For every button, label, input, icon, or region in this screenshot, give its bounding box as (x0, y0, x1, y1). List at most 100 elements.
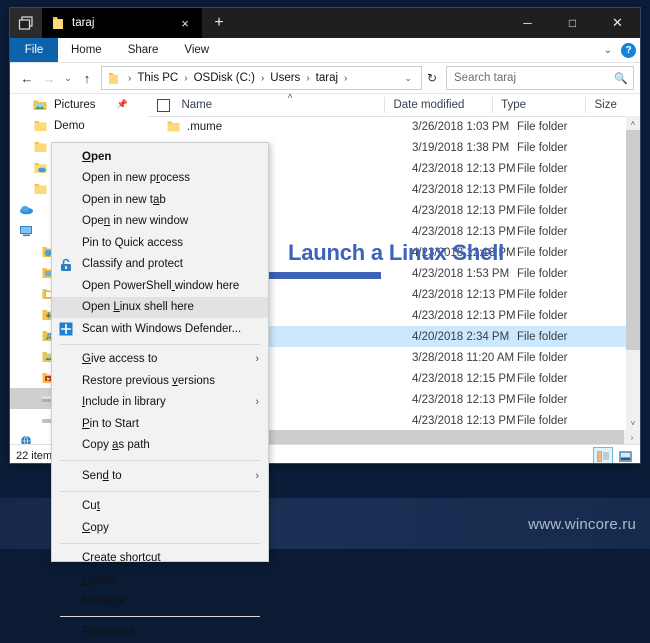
chevron-down-icon[interactable]: ⌄ (601, 45, 615, 56)
menu-separator (60, 491, 260, 492)
menu-item-pin-to-start[interactable]: Pin to Start (52, 413, 268, 435)
menu-item-classify-and-protect[interactable]: Classify and protect (52, 254, 268, 276)
sidebar-item-label: Demo (54, 120, 85, 132)
menu-item-rename[interactable]: Rename (52, 591, 268, 613)
window-titlebar: taraj × + ─ □ ✕ (10, 8, 640, 38)
cell-type: File folder (517, 310, 607, 322)
window-tabs-icon[interactable] (10, 8, 42, 38)
menu-item-copy[interactable]: Copy (52, 517, 268, 539)
defender-shield-icon (58, 321, 74, 337)
sort-ascending-icon: ˄ (287, 94, 292, 101)
tab-view[interactable]: View (171, 38, 222, 62)
context-menu[interactable]: OpenOpen in new processOpen in new tabOp… (51, 142, 269, 562)
details-view-icon[interactable] (594, 448, 612, 463)
scroll-right-icon[interactable]: › (624, 433, 640, 442)
menu-item-label: Send to (82, 470, 122, 482)
submenu-arrow-icon: › (255, 470, 259, 482)
menu-item-scan-with-windows-defender[interactable]: Scan with Windows Defender... (52, 318, 268, 340)
tab-share[interactable]: Share (115, 38, 172, 62)
back-button[interactable]: ← (16, 66, 38, 90)
menu-item-cut[interactable]: Cut (52, 496, 268, 518)
menu-separator (60, 616, 260, 617)
help-icon[interactable]: ? (621, 43, 636, 58)
menu-item-open-in-new-process[interactable]: Open in new process (52, 168, 268, 190)
new-tab-button[interactable]: + (202, 8, 236, 38)
explorer-tab-taraj[interactable]: taraj × (42, 8, 202, 38)
search-icon[interactable]: 🔍 (614, 72, 628, 85)
breadcrumb-osdisk[interactable]: OSDisk (C:) (193, 72, 256, 84)
menu-item-open-linux-shell-here[interactable]: Open Linux shell here (52, 297, 268, 319)
scrollbar-thumb[interactable] (626, 130, 640, 350)
menu-item-copy-as-path[interactable]: Copy as path (52, 435, 268, 457)
titlebar-spacer (236, 8, 505, 38)
column-header-row: Name ˄ Date modified Type Size (149, 94, 640, 117)
menu-item-send-to[interactable]: Send to › (52, 465, 268, 487)
column-header-type[interactable]: Type (493, 94, 586, 116)
menu-item-pin-to-quick-access[interactable]: Pin to Quick access (52, 232, 268, 254)
address-dropdown-icon[interactable]: ⌄ (399, 73, 417, 84)
cell-date-modified: 4/23/2018 12:13 PM (412, 289, 517, 301)
menu-item-label: Rename (82, 595, 126, 607)
checkbox-icon[interactable] (157, 99, 170, 112)
close-button[interactable]: ✕ (595, 8, 640, 38)
minimize-button[interactable]: ─ (505, 8, 550, 38)
tab-close-icon[interactable]: × (174, 12, 196, 34)
tab-file[interactable]: File (10, 38, 58, 62)
address-bar[interactable]: › This PC › OSDisk (C:) › Users › taraj … (101, 66, 422, 90)
breadcrumb[interactable]: › This PC › OSDisk (C:) › Users › taraj … (123, 72, 399, 84)
cell-date-modified: 4/23/2018 12:13 PM (412, 226, 517, 238)
column-header-name[interactable]: Name ˄ (177, 94, 385, 116)
vertical-scrollbar[interactable]: ˄ ˅ (626, 116, 640, 444)
search-box[interactable]: 🔍 (446, 66, 634, 90)
menu-item-create-shortcut[interactable]: Create shortcut (52, 548, 268, 570)
lock-icon (58, 257, 74, 273)
folder-icon (52, 16, 64, 30)
menu-item-open-in-new-tab[interactable]: Open in new tab (52, 189, 268, 211)
breadcrumb-users[interactable]: Users (269, 72, 301, 84)
scroll-down-icon[interactable]: ˅ (626, 416, 640, 430)
breadcrumb-this-pc[interactable]: This PC (136, 72, 179, 84)
cell-date-modified: 3/26/2018 1:03 PM (412, 121, 517, 133)
sidebar-item-pictures[interactable]: Pictures 📌 (10, 94, 148, 115)
menu-item-open-in-new-window[interactable]: Open in new window (52, 211, 268, 233)
large-icons-view-icon[interactable] (616, 448, 634, 463)
sidebar-item-demo[interactable]: Demo (10, 115, 148, 136)
scroll-up-icon[interactable]: ˄ (626, 116, 640, 130)
menu-item-label: Give access to (82, 353, 157, 365)
menu-item-delete[interactable]: Delete (52, 569, 268, 591)
menu-item-label: Restore previous versions (82, 375, 215, 387)
site-watermark: www.wincore.ru (528, 516, 636, 533)
cell-date-modified: 4/20/2018 2:34 PM (412, 331, 517, 343)
search-input[interactable] (452, 71, 614, 85)
menu-item-give-access-to[interactable]: Give access to› (52, 349, 268, 371)
menu-item-label: Open in new process (82, 172, 190, 184)
column-header-size[interactable]: Size (586, 94, 640, 116)
tab-home[interactable]: Home (58, 38, 115, 62)
breadcrumb-separator: › (256, 73, 269, 84)
menu-item-label: Copy as path (82, 439, 150, 451)
table-row[interactable]: .mume3/26/2018 1:03 PMFile folder (149, 116, 626, 137)
menu-item-include-in-library[interactable]: Include in library› (52, 392, 268, 414)
tab-label: taraj (72, 17, 174, 29)
network-icon (18, 434, 34, 445)
menu-item-label: Properties (82, 626, 134, 638)
menu-item-open[interactable]: Open (52, 146, 268, 168)
menu-item-restore-previous-versions[interactable]: Restore previous versions (52, 370, 268, 392)
menu-item-properties[interactable]: Properties (52, 621, 268, 643)
refresh-icon[interactable]: ↻ (422, 71, 442, 85)
menu-item-open-powershell-window-here[interactable]: Open PowerShell window here (52, 275, 268, 297)
cell-date-modified: 4/23/2018 12:13 PM (412, 310, 517, 322)
up-button[interactable]: ↑ (76, 66, 98, 90)
breadcrumb-taraj[interactable]: taraj (315, 72, 339, 84)
menu-item-label: Include in library (82, 396, 166, 408)
ribbon-tab-strip: File Home Share View ⌄ ? (10, 38, 640, 63)
recent-locations-button[interactable]: ⌄ (60, 66, 76, 90)
maximize-button[interactable]: □ (550, 8, 595, 38)
cell-date-modified: 4/23/2018 12:13 PM (412, 394, 517, 406)
pin-icon[interactable]: 📌 (117, 99, 128, 110)
forward-button[interactable]: → (38, 66, 60, 90)
menu-item-label: Cut (82, 500, 100, 512)
cell-date-modified: 3/19/2018 1:38 PM (412, 142, 517, 154)
column-header-date-modified[interactable]: Date modified (385, 94, 493, 116)
select-all-checkbox[interactable] (149, 94, 177, 116)
